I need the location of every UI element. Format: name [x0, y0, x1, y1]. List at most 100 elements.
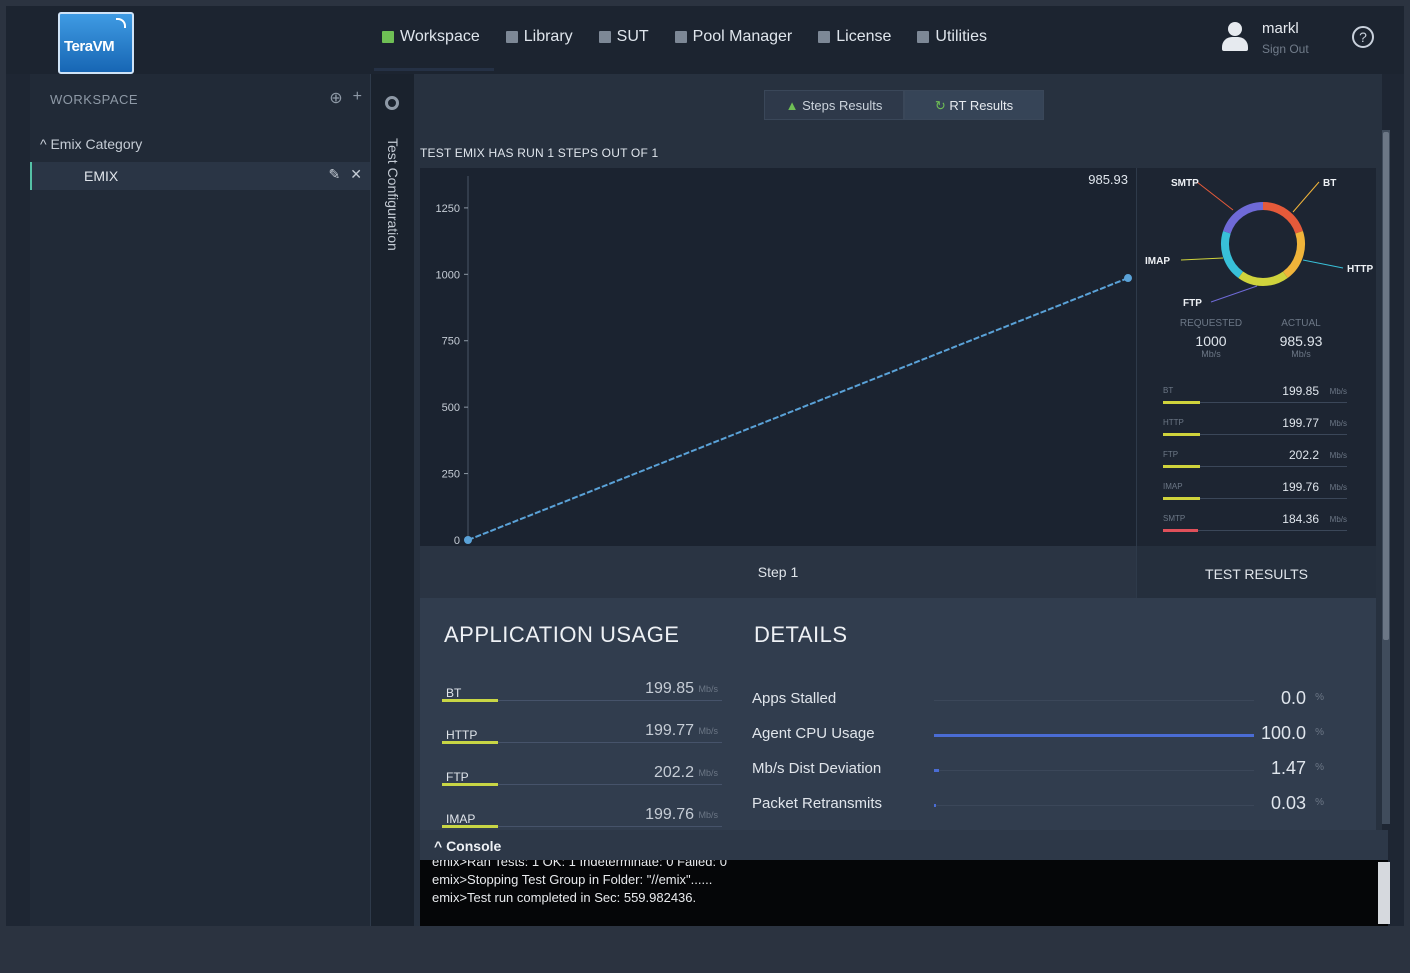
utilities-icon: [917, 31, 930, 43]
detail-name: Mb/s Dist Deviation: [752, 760, 882, 777]
test-results-tab[interactable]: TEST RESULTS: [1136, 546, 1376, 598]
detail-row: Apps Stalled 0.0%: [752, 688, 1328, 720]
tab-label: RT Results: [949, 98, 1014, 113]
close-icon[interactable]: ✕: [350, 166, 362, 183]
app-stat-row: SMTP 184.36 Mb/s: [1163, 512, 1347, 540]
usage-unit: Mb/s: [698, 810, 718, 820]
plot-area: 985.93: [464, 172, 1132, 544]
nav-workspace[interactable]: Workspace: [382, 28, 480, 46]
console-line: emix>Test run completed in Sec: 559.9824…: [432, 890, 697, 905]
app-stat-unit: Mb/s: [1329, 419, 1347, 428]
y-tick-label: 1250: [436, 203, 460, 215]
nav-sut[interactable]: SUT: [598, 28, 649, 46]
tree-item-emix[interactable]: EMIX ✎ ✕: [30, 162, 370, 190]
app-stat-unit: Mb/s: [1329, 515, 1347, 524]
usage-name: BT: [446, 686, 462, 700]
app-stat-name: IMAP: [1163, 482, 1183, 491]
y-tick-label: 1000: [436, 269, 460, 281]
donut-label: SMTP: [1171, 178, 1199, 189]
teravm-logo[interactable]: TeraVM: [58, 12, 134, 74]
nav-utilities[interactable]: Utilities: [917, 28, 987, 46]
tab-steps-results[interactable]: ▲ Steps Results: [764, 90, 904, 120]
y-tick-label: 750: [442, 336, 460, 348]
detail-unit: %: [1315, 692, 1324, 703]
actual-value: 985.93: [1279, 333, 1323, 349]
step-selector[interactable]: Step 1: [420, 546, 1136, 598]
app-stat-bar: [1163, 433, 1200, 436]
data-point: [464, 536, 472, 544]
donut-segment: [1221, 231, 1244, 278]
usage-row: HTTP 199.77 Mb/s: [442, 722, 722, 758]
nav-label: Library: [523, 28, 573, 45]
app-stat-value: 184.36: [1282, 512, 1319, 526]
detail-track: [934, 700, 1254, 701]
detail-unit: %: [1315, 727, 1324, 738]
help-icon[interactable]: ?: [1352, 26, 1374, 48]
library-icon: [505, 31, 518, 43]
y-tick-label: 250: [442, 469, 460, 481]
usage-value: 199.76: [645, 806, 694, 823]
app-stat-row: BT 199.85 Mb/s: [1163, 384, 1347, 412]
results-scrollbar[interactable]: [1382, 130, 1390, 824]
logo-text: TeraVM: [64, 38, 115, 55]
active-nav-indicator: [374, 68, 494, 71]
donut-label: IMAP: [1145, 256, 1170, 267]
console-output: emix>Ran Tests: 1 OK: 1 Indeterminate: 0…: [420, 860, 1388, 926]
signal-icon: [116, 18, 126, 28]
usage-unit: Mb/s: [698, 684, 718, 694]
user-menu[interactable]: markl Sign Out: [1220, 20, 1309, 56]
app-stat-value: 199.85: [1282, 384, 1319, 398]
detail-name: Packet Retransmits: [752, 795, 883, 812]
usage-name: FTP: [446, 770, 469, 784]
scrollbar-thumb[interactable]: [1383, 132, 1389, 640]
tree-item-label: EMIX: [84, 168, 119, 184]
donut-leader-line: [1180, 257, 1224, 261]
usage-name: IMAP: [446, 812, 476, 826]
app-stat-name: HTTP: [1163, 418, 1184, 427]
nav-pool-manager[interactable]: Pool Manager: [674, 28, 792, 46]
nav-label: License: [836, 28, 892, 45]
sign-out-link[interactable]: Sign Out: [1262, 42, 1309, 56]
usage-bar: [442, 825, 498, 828]
nav-license[interactable]: License: [818, 28, 891, 46]
globe-icon[interactable]: ⊕: [329, 88, 342, 108]
usage-unit: Mb/s: [698, 726, 718, 736]
detail-row: Agent CPU Usage 100.0%: [752, 723, 1328, 755]
y-tick-label: 0: [454, 535, 460, 546]
add-icon[interactable]: +: [353, 88, 362, 108]
console-title: ^ Console: [434, 838, 502, 854]
usage-value: 199.85: [645, 680, 694, 697]
tab-rt-results[interactable]: ↻ RT Results: [904, 90, 1044, 120]
usage-row: FTP 202.2 Mb/s: [442, 764, 722, 800]
top-bar: TeraVM Workspace Library SUT Pool Manage…: [6, 6, 1404, 74]
nav-label: SUT: [616, 28, 649, 45]
app-stat-unit: Mb/s: [1329, 451, 1347, 460]
app-stat-bar: [1163, 529, 1198, 532]
chart-icon: ▲: [785, 98, 803, 113]
app-stat-row: HTTP 199.77 Mb/s: [1163, 416, 1347, 444]
console-scrollbar[interactable]: [1378, 862, 1390, 924]
details-title: DETAILS: [754, 622, 848, 647]
usage-bar: [442, 699, 498, 702]
requested-unit: Mb/s: [1201, 349, 1221, 359]
application-usage-title: APPLICATION USAGE: [444, 622, 680, 647]
donut-leader-line: [1292, 181, 1320, 213]
usage-unit: Mb/s: [698, 768, 718, 778]
tree-category-emix[interactable]: ^ Emix Category: [40, 136, 142, 152]
console-header[interactable]: ^ Console: [420, 830, 1388, 860]
console-line: emix>Stopping Test Group in Folder: "//e…: [432, 872, 713, 887]
nav-library[interactable]: Library: [505, 28, 573, 46]
donut-leader-line: [1302, 259, 1344, 269]
throughput-chart: 0 250 500 750 1000 1250 985.93: [420, 168, 1136, 546]
results-panel: ▲ Steps Results ↻ RT Results TEST EMIX H…: [414, 74, 1382, 926]
detail-unit: %: [1315, 797, 1324, 808]
test-configuration-tab[interactable]: Test Configuration: [385, 138, 401, 251]
detail-bar: [934, 734, 1254, 737]
gear-icon[interactable]: [385, 96, 399, 110]
app-stat-unit: Mb/s: [1329, 387, 1347, 396]
detail-bar: [934, 769, 939, 772]
app-stat-unit: Mb/s: [1329, 483, 1347, 492]
actual-unit: Mb/s: [1291, 349, 1311, 359]
app-stat-row: FTP 202.2 Mb/s: [1163, 448, 1347, 476]
edit-icon[interactable]: ✎: [329, 166, 341, 183]
